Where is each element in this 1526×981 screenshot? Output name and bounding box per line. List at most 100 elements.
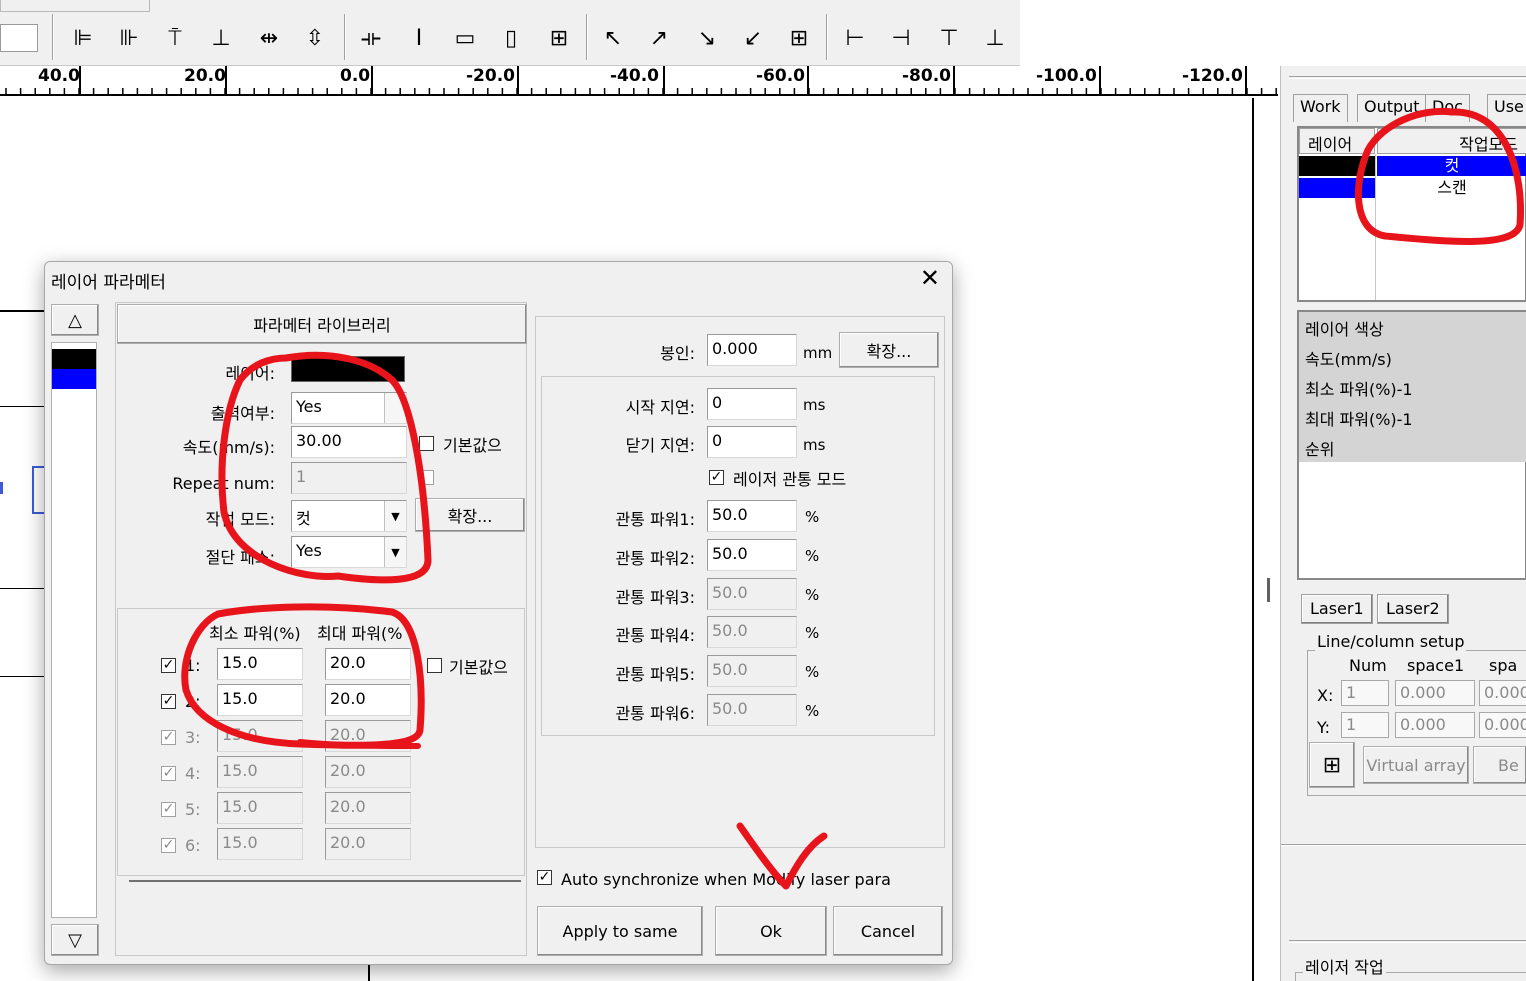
chevron-down-icon[interactable]: ▼ bbox=[384, 537, 406, 567]
align-top-icon[interactable]: ⍑ bbox=[160, 22, 190, 54]
same-size-v-icon[interactable]: ▯ bbox=[496, 22, 526, 54]
max-power-input[interactable]: 20.0 bbox=[325, 792, 411, 824]
scroll-down-button[interactable]: ▽ bbox=[51, 924, 99, 956]
tab-laser2[interactable]: Laser2 bbox=[1377, 594, 1449, 624]
power-row-checkbox[interactable]: ✓ bbox=[161, 730, 176, 745]
speed-default-checkbox[interactable] bbox=[419, 436, 434, 451]
parameter-library-button[interactable]: 파라메터 라이브러리 bbox=[117, 304, 527, 344]
repeat-input[interactable]: 1 bbox=[291, 462, 407, 494]
repeat-checkbox[interactable] bbox=[419, 470, 434, 485]
tab-doc[interactable]: Doc bbox=[1425, 94, 1470, 122]
grid-icon[interactable]: ⊞ bbox=[544, 22, 574, 54]
tab-output[interactable]: Output bbox=[1357, 94, 1427, 122]
pierce-power-input[interactable]: 50.0 bbox=[707, 538, 797, 571]
chevron-down-icon[interactable]: ▼ bbox=[384, 501, 406, 531]
anchor-bottom-left-icon[interactable]: ↙ bbox=[738, 22, 768, 54]
seal-expand-button[interactable]: 확장... bbox=[839, 332, 939, 368]
chevron-down-icon[interactable] bbox=[384, 393, 406, 423]
max-power-input[interactable]: 20.0 bbox=[325, 756, 411, 788]
layer-list-item-black[interactable] bbox=[52, 349, 96, 369]
cancel-button[interactable]: Cancel bbox=[833, 906, 943, 956]
be-button[interactable]: Be bbox=[1473, 746, 1526, 784]
same-height-icon[interactable]: Ⅰ bbox=[404, 22, 434, 54]
pierce-power-input[interactable]: 50.0 bbox=[707, 655, 797, 688]
same-width-icon[interactable]: ⟛ bbox=[356, 22, 386, 54]
layer-list[interactable] bbox=[51, 342, 97, 918]
output-select[interactable]: Yes bbox=[291, 392, 407, 424]
canvas-handle[interactable] bbox=[0, 482, 3, 494]
x-num-input[interactable]: 1 bbox=[1341, 680, 1389, 706]
pierce-power-input[interactable]: 50.0 bbox=[707, 616, 797, 649]
panel-grip bbox=[1289, 940, 1526, 943]
power-row-checkbox[interactable]: ✓ bbox=[161, 694, 176, 709]
layer-color-swatch[interactable] bbox=[1299, 178, 1375, 198]
cut-pass-select[interactable]: Yes ▼ bbox=[291, 536, 407, 568]
ok-button[interactable]: Ok bbox=[715, 906, 827, 956]
column-header-layer[interactable]: 레이어 bbox=[1299, 128, 1375, 154]
pierce-power-input[interactable]: 50.0 bbox=[707, 577, 797, 610]
align-right-icon[interactable]: ⊪ bbox=[114, 22, 144, 54]
power-default-checkbox[interactable] bbox=[427, 658, 442, 673]
max-power-input[interactable]: 20.0 bbox=[325, 648, 411, 680]
max-power-input[interactable]: 20.0 bbox=[325, 684, 411, 716]
move-up-icon[interactable]: ⊤ bbox=[934, 22, 964, 54]
align-left-icon[interactable]: ⊫ bbox=[68, 22, 98, 54]
center-vertical-icon[interactable]: ⇳ bbox=[300, 22, 330, 54]
power-row-checkbox[interactable]: ✓ bbox=[161, 802, 176, 817]
y-space1-input[interactable]: 0.000 bbox=[1395, 712, 1475, 738]
layer-table[interactable]: 레이어 작업모드 컷 스캔 bbox=[1297, 126, 1526, 302]
y-num-input[interactable]: 1 bbox=[1341, 712, 1389, 738]
start-delay-input[interactable]: 0 bbox=[707, 388, 797, 420]
speed-input[interactable]: 30.00 bbox=[291, 426, 407, 458]
splitter-handle[interactable] bbox=[1267, 578, 1270, 602]
min-power-input[interactable]: 15.0 bbox=[217, 792, 303, 824]
scroll-up-button[interactable]: △ bbox=[51, 304, 99, 336]
work-mode-select[interactable]: 컷 ▼ bbox=[291, 500, 407, 532]
work-mode-expand-button[interactable]: 확장... bbox=[415, 498, 525, 532]
max-power-input[interactable]: 20.0 bbox=[325, 828, 411, 860]
pierce-mode-checkbox[interactable]: ✓ bbox=[709, 470, 724, 485]
pierce-power-input[interactable]: 50.0 bbox=[707, 500, 797, 532]
close-delay-input[interactable]: 0 bbox=[707, 426, 797, 458]
align-bottom-icon[interactable]: ⊥ bbox=[206, 22, 236, 54]
layer-color-swatch[interactable] bbox=[1299, 156, 1375, 176]
same-size-h-icon[interactable]: ▭ bbox=[450, 22, 480, 54]
power-row-checkbox[interactable]: ✓ bbox=[161, 658, 176, 673]
min-power-input[interactable]: 15.0 bbox=[217, 720, 303, 752]
tab-work[interactable]: Work bbox=[1293, 94, 1348, 122]
tab-user[interactable]: Use bbox=[1487, 94, 1526, 122]
y-space2-input[interactable]: 0.000 bbox=[1479, 712, 1526, 738]
layer-row-mode[interactable]: 스캔 bbox=[1377, 178, 1526, 198]
canvas-selected-shape[interactable] bbox=[32, 466, 44, 514]
center-horizontal-icon[interactable]: ⇹ bbox=[254, 22, 284, 54]
toolbar-field[interactable] bbox=[0, 24, 38, 52]
min-power-input[interactable]: 15.0 bbox=[217, 648, 303, 680]
x-space2-input[interactable]: 0.000 bbox=[1479, 680, 1526, 706]
move-down-icon[interactable]: ⊥ bbox=[980, 22, 1010, 54]
tab-laser1[interactable]: Laser1 bbox=[1301, 594, 1373, 624]
pierce-power-input[interactable]: 50.0 bbox=[707, 694, 797, 726]
min-power-input[interactable]: 15.0 bbox=[217, 756, 303, 788]
column-header-mode[interactable]: 작업모드 bbox=[1377, 128, 1526, 154]
anchor-center-icon[interactable]: ⊞ bbox=[784, 22, 814, 54]
virtual-array-button[interactable]: Virtual array bbox=[1363, 746, 1469, 784]
layer-row-mode[interactable]: 컷 bbox=[1377, 156, 1526, 176]
max-power-input[interactable]: 20.0 bbox=[325, 720, 411, 752]
apply-to-same-button[interactable]: Apply to same bbox=[537, 906, 703, 956]
power-row-checkbox[interactable]: ✓ bbox=[161, 838, 176, 853]
min-power-input[interactable]: 15.0 bbox=[217, 684, 303, 716]
move-right-icon[interactable]: ⊣ bbox=[886, 22, 916, 54]
anchor-top-right-icon[interactable]: ↗ bbox=[644, 22, 674, 54]
anchor-bottom-right-icon[interactable]: ↘ bbox=[692, 22, 722, 54]
array-grid-button[interactable]: ⊞ bbox=[1309, 742, 1355, 788]
move-left-icon[interactable]: ⊢ bbox=[840, 22, 870, 54]
seal-input[interactable]: 0.000 bbox=[707, 334, 797, 366]
speed-default-label: 기본값으 bbox=[443, 436, 502, 455]
anchor-top-left-icon[interactable]: ↖ bbox=[598, 22, 628, 54]
min-power-input[interactable]: 15.0 bbox=[217, 828, 303, 860]
close-icon[interactable]: ✕ bbox=[920, 264, 940, 292]
x-space1-input[interactable]: 0.000 bbox=[1395, 680, 1475, 706]
power-row-checkbox[interactable]: ✓ bbox=[161, 766, 176, 781]
layer-list-item-blue[interactable] bbox=[52, 369, 96, 389]
auto-sync-checkbox[interactable]: ✓ bbox=[537, 870, 552, 885]
